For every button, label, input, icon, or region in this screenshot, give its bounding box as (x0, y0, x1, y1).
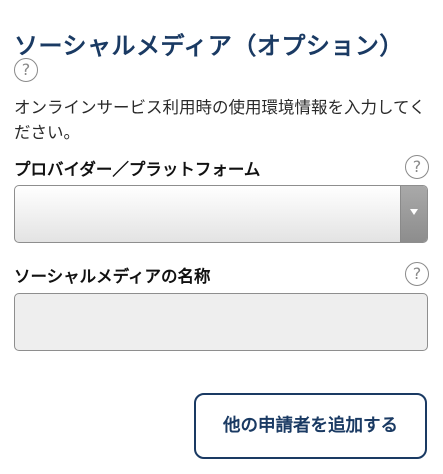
social-media-name-label: ソーシャルメディアの名称 (14, 267, 211, 286)
chevron-down-icon (410, 209, 418, 215)
section-description: オンラインサービス利用時の使用環境情報を入力してください。 (14, 98, 426, 142)
section-help-icon[interactable]: ? (14, 58, 38, 82)
provider-select[interactable] (14, 185, 428, 243)
provider-label: プロバイダー／プラットフォーム (14, 160, 261, 179)
social-media-name-input[interactable] (14, 293, 428, 351)
section-title: ソーシャルメディア（オプション） (14, 32, 404, 60)
provider-help-icon[interactable]: ? (405, 155, 429, 179)
provider-select-toggle[interactable] (400, 186, 427, 242)
add-applicant-button[interactable]: 他の申請者を追加する (194, 393, 427, 459)
social-media-form: ソーシャルメディア（オプション） ? オンラインサービス利用時の使用環境情報を入… (0, 0, 443, 474)
social-media-name-help-icon[interactable]: ? (405, 262, 429, 286)
